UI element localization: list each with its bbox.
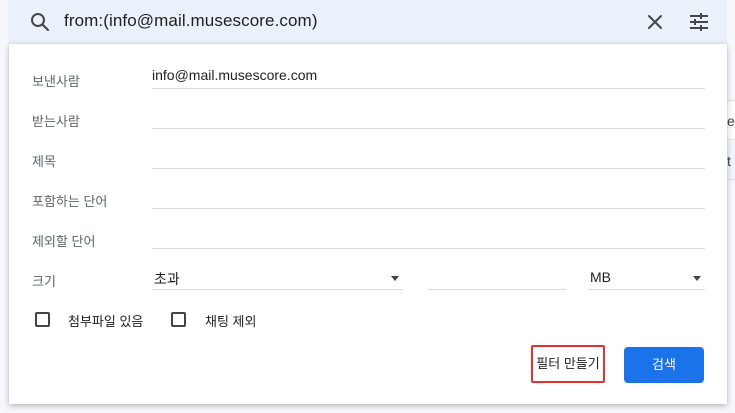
background-text: e <box>727 113 735 129</box>
dropdown-arrow-icon <box>693 276 701 281</box>
has-attachment-label: 첨부파일 있음 <box>68 314 144 329</box>
size-unit-select[interactable]: MB <box>588 266 705 290</box>
gmail-advanced-search: e t from:(info@mail.musescore.com) 보낸사람 … <box>0 0 735 413</box>
from-label: 보낸사람 <box>32 74 80 89</box>
search-button[interactable]: 검색 <box>624 347 704 383</box>
search-input[interactable]: from:(info@mail.musescore.com) <box>64 11 318 31</box>
create-filter-button[interactable]: 필터 만들기 <box>531 345 605 383</box>
size-value-field[interactable] <box>428 266 566 290</box>
has-attachment-checkbox[interactable] <box>35 312 50 327</box>
doesnt-have-label: 제외할 단어 <box>32 234 96 249</box>
subject-field[interactable] <box>152 145 705 169</box>
doesnt-have-field[interactable] <box>152 225 705 249</box>
size-operator-select[interactable]: 초과 <box>152 266 403 290</box>
size-operator-value: 초과 <box>154 271 180 287</box>
exclude-chats-checkbox[interactable] <box>171 312 186 327</box>
dropdown-arrow-icon <box>391 276 399 281</box>
close-icon[interactable] <box>643 10 667 34</box>
has-words-label: 포함하는 단어 <box>32 194 108 209</box>
subject-label: 제목 <box>32 154 56 169</box>
size-unit-value: MB <box>590 269 611 285</box>
to-field[interactable] <box>152 105 705 129</box>
background-text: t <box>727 153 731 169</box>
search-bar: from:(info@mail.musescore.com) <box>8 0 727 44</box>
has-words-field[interactable] <box>152 185 705 209</box>
advanced-search-panel: 보낸사람 info@mail.musescore.com 받는사람 제목 포함하… <box>9 44 727 404</box>
size-label: 크기 <box>32 274 56 289</box>
exclude-chats-label: 채팅 제외 <box>205 314 257 329</box>
search-options-icon[interactable] <box>687 10 711 34</box>
to-label: 받는사람 <box>32 114 80 129</box>
from-field[interactable]: info@mail.musescore.com <box>152 65 705 89</box>
search-icon[interactable] <box>28 10 52 34</box>
